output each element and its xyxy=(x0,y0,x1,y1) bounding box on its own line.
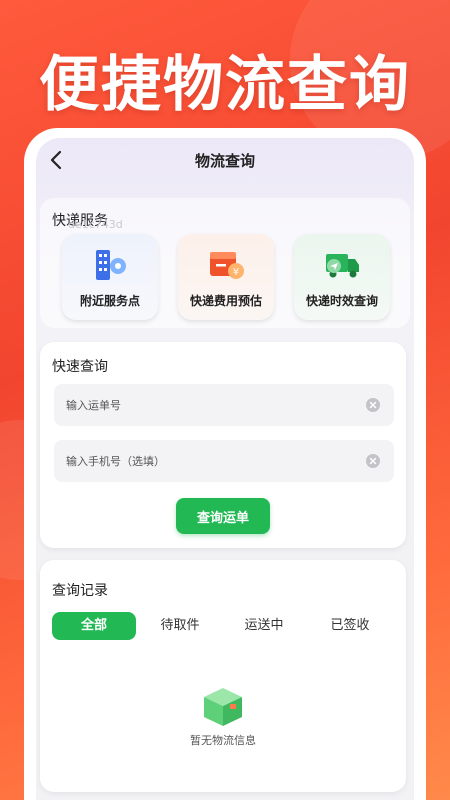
empty-state-text: 暂无物流信息 xyxy=(190,734,256,747)
phone-number-row xyxy=(54,440,394,482)
tab-awaiting-pickup[interactable]: 待取件 xyxy=(138,612,222,640)
records-title: 查询记录 xyxy=(52,583,108,599)
tracking-number-row xyxy=(54,384,394,426)
clear-icon[interactable] xyxy=(366,398,380,412)
tab-delivered[interactable]: 已签收 xyxy=(308,612,392,640)
tracking-number-input[interactable] xyxy=(54,384,354,426)
delivery-time-tile[interactable]: 快递时效查询 xyxy=(294,234,390,320)
delivery-truck-icon xyxy=(326,254,359,278)
app-screen: 物流查询 快递服务 de1c743d 附近服务点 ¥ 快递费用预估 快递时效查询… xyxy=(36,138,414,800)
express-services-card: 快递服务 de1c743d 附近服务点 ¥ 快递费用预估 快递时效查询 xyxy=(40,198,410,328)
building-location-icon xyxy=(96,250,126,280)
nearby-service-label: 附近服务点 xyxy=(79,294,140,308)
hero-title: 便捷物流查询 xyxy=(39,50,411,120)
page-title: 物流查询 xyxy=(194,152,255,170)
quick-query-card: 快速查询 查询运单 xyxy=(40,342,406,548)
tab-all[interactable]: 全部 xyxy=(52,612,136,640)
query-waybill-button[interactable]: 查询运单 xyxy=(176,498,270,534)
package-price-icon: ¥ xyxy=(210,252,244,279)
quick-query-title: 快速查询 xyxy=(52,359,108,375)
delivery-time-label: 快递时效查询 xyxy=(305,294,378,308)
query-records-card: 查询记录 全部 待取件 运送中 已签收 暂无物流信息 xyxy=(40,560,406,792)
clear-icon[interactable] xyxy=(366,454,380,468)
watermark-text: de1c743d xyxy=(68,218,123,231)
phone-frame: 物流查询 快递服务 de1c743d 附近服务点 ¥ 快递费用预估 快递时效查询… xyxy=(24,128,426,800)
phone-number-input[interactable] xyxy=(54,440,354,482)
svg-text:¥: ¥ xyxy=(233,267,239,278)
empty-box-icon xyxy=(204,688,242,726)
fee-estimate-label: 快递费用预估 xyxy=(189,294,262,308)
nav-bar: 物流查询 xyxy=(36,138,414,182)
fee-estimate-tile[interactable]: ¥ 快递费用预估 xyxy=(178,234,274,320)
nearby-service-tile[interactable]: 附近服务点 xyxy=(62,234,158,320)
tab-in-transit[interactable]: 运送中 xyxy=(222,612,306,640)
